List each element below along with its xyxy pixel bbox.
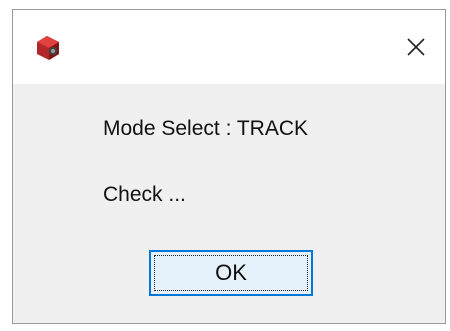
title-bar — [13, 10, 445, 84]
message-check: Check ... — [103, 183, 186, 206]
message-mode-select: Mode Select : TRACK — [103, 117, 309, 140]
ok-button-label: OK — [215, 260, 247, 285]
message-dialog: Mode Select : TRACK Check ... OK — [12, 9, 446, 324]
ok-button[interactable]: OK — [149, 250, 313, 296]
close-icon — [407, 38, 425, 56]
dialog-body: Mode Select : TRACK Check ... OK — [13, 84, 445, 323]
app-icon — [33, 32, 63, 62]
close-button[interactable] — [387, 10, 445, 84]
